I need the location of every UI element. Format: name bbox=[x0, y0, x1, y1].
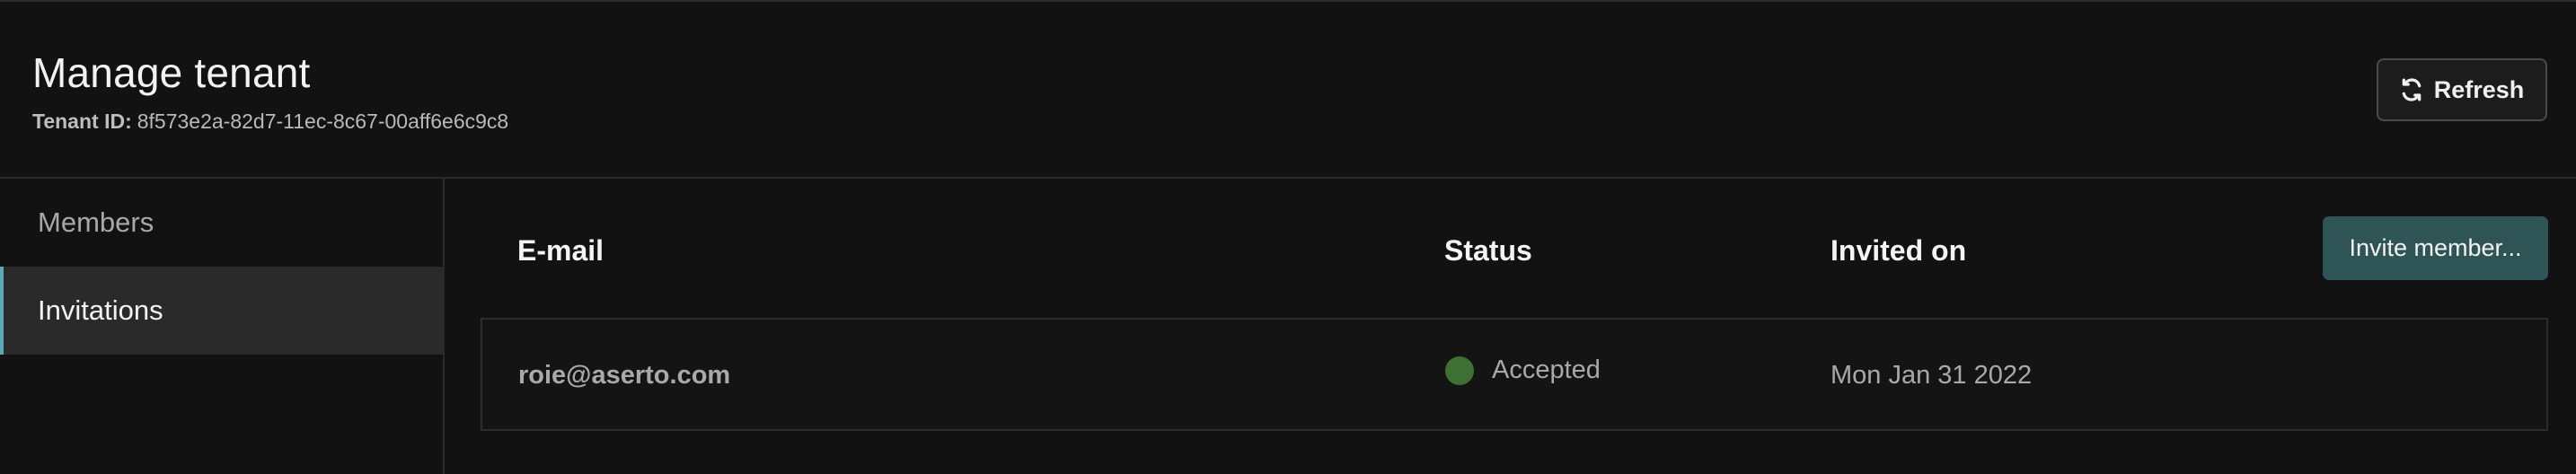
status-label: Accepted bbox=[1492, 356, 1601, 384]
sidebar: Members Invitations bbox=[0, 179, 445, 474]
tenant-id-label: Tenant ID: bbox=[32, 110, 132, 133]
page-title: Manage tenant bbox=[32, 49, 311, 96]
column-header-status: Status bbox=[1444, 234, 1532, 267]
tenant-id-value: 8f573e2a-82d7-11ec-8c67-00aff6e6c9c8 bbox=[137, 110, 509, 133]
table-row: roie@aserto.com Accepted Mon Jan 31 2022 bbox=[481, 318, 2548, 431]
cell-email: roie@aserto.com bbox=[518, 361, 731, 390]
column-header-invited-on: Invited on bbox=[1831, 234, 1967, 267]
refresh-label: Refresh bbox=[2433, 75, 2525, 103]
refresh-button[interactable]: Refresh bbox=[2377, 58, 2547, 121]
invitations-panel: E-mail Status Invited on Invite member..… bbox=[445, 179, 2576, 474]
sidebar-item-label: Invitations bbox=[38, 294, 163, 326]
status-dot-icon bbox=[1445, 356, 1474, 385]
cell-status: Accepted bbox=[1445, 356, 1601, 385]
cell-invited-on: Mon Jan 31 2022 bbox=[1831, 361, 2033, 390]
tenant-id-line: Tenant ID: 8f573e2a-82d7-11ec-8c67-00aff6… bbox=[32, 110, 508, 134]
sidebar-item-invitations[interactable]: Invitations bbox=[0, 267, 443, 355]
column-header-email: E-mail bbox=[517, 234, 604, 267]
manage-tenant-page: Manage tenant Tenant ID: 8f573e2a-82d7-11… bbox=[0, 0, 2576, 474]
page-header: Manage tenant Tenant ID: 8f573e2a-82d7-11… bbox=[0, 2, 2576, 179]
sidebar-item-label: Members bbox=[38, 206, 154, 238]
sidebar-item-members[interactable]: Members bbox=[0, 179, 443, 267]
invite-member-button[interactable]: Invite member... bbox=[2323, 216, 2548, 280]
refresh-icon bbox=[2400, 78, 2423, 101]
